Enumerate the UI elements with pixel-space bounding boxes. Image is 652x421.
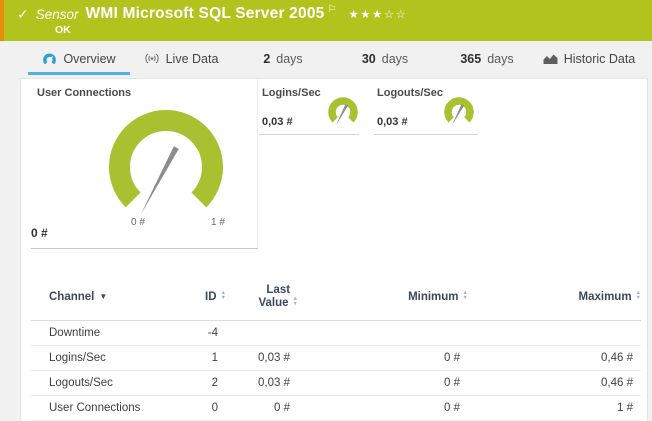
tab-historic-data-label: Historic Data (564, 52, 636, 66)
gauge-card-logouts-sec: Logouts/Sec 0,03 # (374, 79, 478, 135)
tab-live-data[interactable]: Live Data (130, 46, 232, 75)
gauge-title: Logins/Sec (262, 87, 321, 99)
cell-id: 2 (181, 371, 226, 396)
gauge-current-value: 0,03 # (377, 116, 408, 128)
gauge-dial (87, 95, 245, 229)
tab-overview[interactable]: Overview (28, 46, 130, 75)
gauge-card-logins-sec: Logins/Sec 0,03 # (259, 79, 359, 135)
priority-stripe (0, 0, 4, 41)
sort-icon: ▲▼ (463, 291, 468, 300)
gauge-icon (42, 52, 57, 66)
sensor-kind-label: Sensor (36, 7, 79, 22)
tab-365-days[interactable]: 365 days (436, 46, 538, 75)
cell-maximum (468, 321, 641, 346)
cell-channel: Logouts/Sec (31, 371, 181, 396)
sort-icon: ▲▼ (636, 291, 641, 300)
sort-active-icon: ▼ (99, 292, 107, 301)
flag-icon[interactable]: ⚐ (327, 4, 336, 15)
tab-365-days-label: days (487, 52, 513, 66)
cell-minimum: 0 # (298, 396, 468, 421)
column-header-last-value[interactable]: Last Value▲▼ (226, 284, 298, 321)
table-row-downtime[interactable]: Downtime -4 (31, 321, 641, 346)
tab-30-days-label: days (382, 52, 408, 66)
cell-maximum: 1 # (468, 396, 641, 421)
gauge-current-value: 0,03 # (262, 116, 293, 128)
cell-id: -4 (181, 321, 226, 346)
tab-live-data-label: Live Data (166, 52, 219, 66)
tab-2-days-label: days (276, 52, 302, 66)
priority-stars[interactable]: ★★★☆☆ (348, 7, 407, 21)
gauge-scale-min: 0 # (124, 217, 152, 228)
cell-last-value: 0,03 # (226, 371, 298, 396)
cell-channel: Downtime (31, 321, 181, 346)
cell-channel: Logins/Sec (31, 346, 181, 371)
gauge-title: Logouts/Sec (377, 87, 443, 99)
cell-minimum: 0 # (298, 346, 468, 371)
gauge-needle (138, 146, 179, 216)
live-signal-icon (144, 52, 160, 65)
sort-icon: ▲▼ (293, 297, 298, 306)
column-header-minimum[interactable]: Minimum▲▼ (298, 284, 468, 321)
table-row-user-connections[interactable]: User Connections 0 0 # 0 # 1 # (31, 396, 641, 421)
cell-maximum: 0,46 # (468, 346, 641, 371)
cell-maximum: 0,46 # (468, 371, 641, 396)
tab-bar: Overview Live Data 2 days 30 days 365 da… (28, 46, 640, 75)
tab-365-days-number: 365 (460, 52, 481, 66)
cell-last-value: 0,03 # (226, 346, 298, 371)
overview-panel: User Connections 0 # 1 # 0 # Logins/Sec … (20, 78, 648, 421)
tab-30-days-number: 30 (362, 52, 376, 66)
tab-2-days[interactable]: 2 days (232, 46, 334, 75)
table-row-logins-sec[interactable]: Logins/Sec 1 0,03 # 0 # 0,46 # (31, 346, 641, 371)
tab-overview-label: Overview (63, 52, 115, 66)
cell-last-value (226, 321, 298, 346)
chart-icon (543, 53, 558, 65)
column-header-maximum[interactable]: Maximum▲▼ (468, 284, 641, 321)
gauge-card-user-connections: User Connections 0 # 1 # 0 # (21, 79, 258, 249)
status-badge: OK (55, 24, 71, 36)
gauge-dial (441, 94, 477, 130)
cell-minimum: 0 # (298, 371, 468, 396)
column-header-id[interactable]: ID▲▼ (181, 284, 226, 321)
cell-id: 1 (181, 346, 226, 371)
cell-channel: User Connections (31, 396, 181, 421)
tab-30-days[interactable]: 30 days (334, 46, 436, 75)
table-row-logouts-sec[interactable]: Logouts/Sec 2 0,03 # 0 # 0,46 # (31, 371, 641, 396)
column-header-channel[interactable]: Channel▼ (31, 284, 181, 321)
sort-icon: ▲▼ (221, 291, 226, 300)
cell-minimum (298, 321, 468, 346)
card-divider (31, 248, 258, 249)
cell-last-value: 0 # (226, 396, 298, 421)
channel-table: Channel▼ ID▲▼ Last Value▲▼ Minimum▲▼ Max… (31, 284, 639, 421)
sensor-header: ✓ Sensor WMI Microsoft SQL Server 2005 ⚐… (0, 0, 652, 41)
gauge-dial (325, 94, 361, 130)
gauge-scale-max: 1 # (204, 217, 232, 228)
sensor-title: WMI Microsoft SQL Server 2005 (86, 5, 325, 23)
gauge-current-value: 0 # (31, 226, 48, 240)
cell-id: 0 (181, 396, 226, 421)
tab-2-days-number: 2 (263, 52, 270, 66)
status-ok-icon: ✓ (17, 6, 29, 23)
tab-historic-data[interactable]: Historic Data (538, 46, 640, 75)
